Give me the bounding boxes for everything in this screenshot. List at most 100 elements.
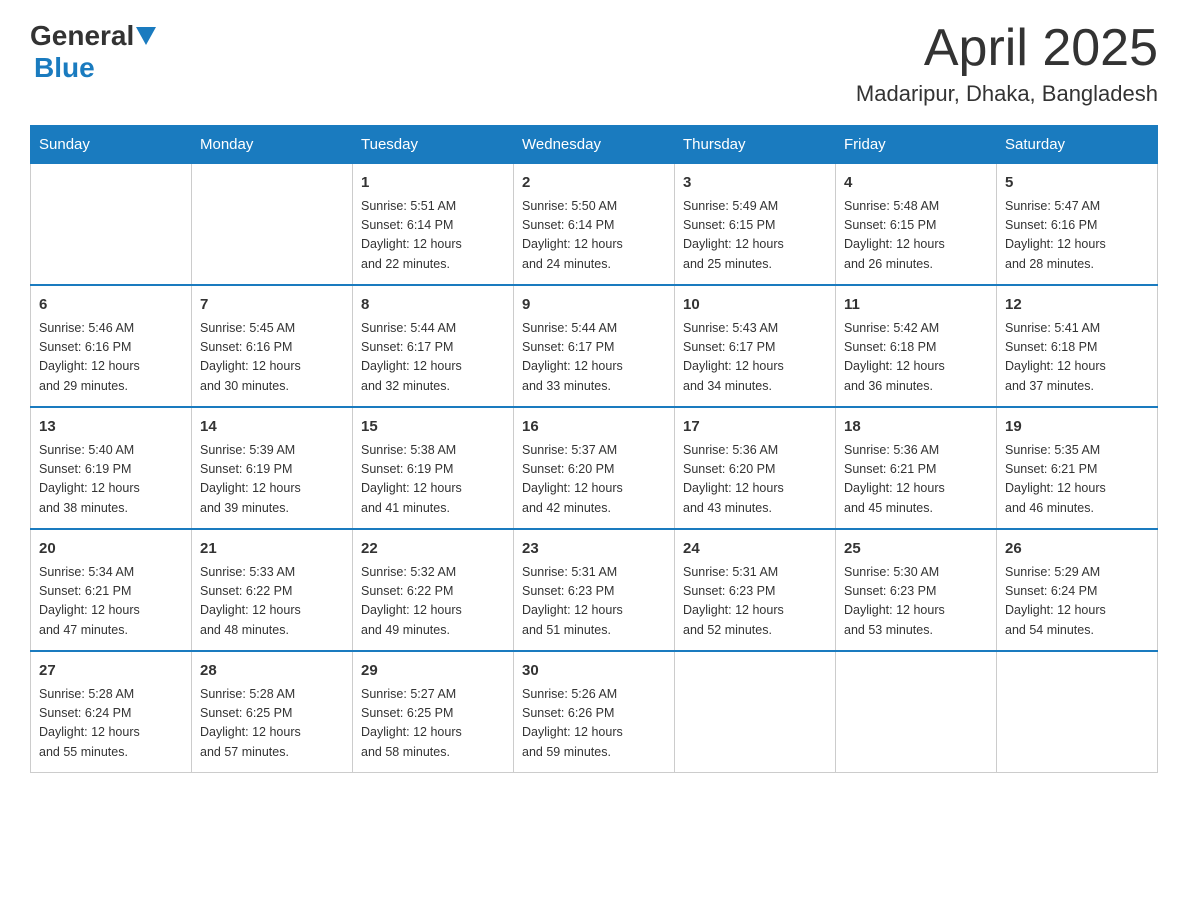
day-info: Sunrise: 5:29 AM Sunset: 6:24 PM Dayligh… xyxy=(1005,563,1149,641)
day-number: 6 xyxy=(39,294,183,317)
day-info: Sunrise: 5:43 AM Sunset: 6:17 PM Dayligh… xyxy=(683,319,827,397)
day-info: Sunrise: 5:44 AM Sunset: 6:17 PM Dayligh… xyxy=(361,319,505,397)
day-of-week-header: Monday xyxy=(192,126,353,164)
calendar-cell: 27Sunrise: 5:28 AM Sunset: 6:24 PM Dayli… xyxy=(31,651,192,773)
calendar-cell: 9Sunrise: 5:44 AM Sunset: 6:17 PM Daylig… xyxy=(514,285,675,407)
logo-arrow-icon xyxy=(136,27,156,47)
day-info: Sunrise: 5:28 AM Sunset: 6:24 PM Dayligh… xyxy=(39,685,183,763)
day-number: 30 xyxy=(522,660,666,683)
day-number: 11 xyxy=(844,294,988,317)
day-info: Sunrise: 5:50 AM Sunset: 6:14 PM Dayligh… xyxy=(522,197,666,275)
day-info: Sunrise: 5:33 AM Sunset: 6:22 PM Dayligh… xyxy=(200,563,344,641)
calendar-cell: 13Sunrise: 5:40 AM Sunset: 6:19 PM Dayli… xyxy=(31,407,192,529)
day-info: Sunrise: 5:49 AM Sunset: 6:15 PM Dayligh… xyxy=(683,197,827,275)
day-number: 5 xyxy=(1005,172,1149,195)
day-number: 24 xyxy=(683,538,827,561)
day-of-week-header: Sunday xyxy=(31,126,192,164)
calendar-week-row: 20Sunrise: 5:34 AM Sunset: 6:21 PM Dayli… xyxy=(31,529,1158,651)
day-of-week-header: Wednesday xyxy=(514,126,675,164)
calendar-cell: 30Sunrise: 5:26 AM Sunset: 6:26 PM Dayli… xyxy=(514,651,675,773)
calendar-cell: 7Sunrise: 5:45 AM Sunset: 6:16 PM Daylig… xyxy=(192,285,353,407)
day-of-week-header: Saturday xyxy=(997,126,1158,164)
day-of-week-header: Tuesday xyxy=(353,126,514,164)
day-info: Sunrise: 5:36 AM Sunset: 6:20 PM Dayligh… xyxy=(683,441,827,519)
day-of-week-header: Friday xyxy=(836,126,997,164)
day-info: Sunrise: 5:34 AM Sunset: 6:21 PM Dayligh… xyxy=(39,563,183,641)
calendar-cell: 28Sunrise: 5:28 AM Sunset: 6:25 PM Dayli… xyxy=(192,651,353,773)
day-info: Sunrise: 5:45 AM Sunset: 6:16 PM Dayligh… xyxy=(200,319,344,397)
day-number: 29 xyxy=(361,660,505,683)
calendar-week-row: 27Sunrise: 5:28 AM Sunset: 6:24 PM Dayli… xyxy=(31,651,1158,773)
day-number: 26 xyxy=(1005,538,1149,561)
day-info: Sunrise: 5:38 AM Sunset: 6:19 PM Dayligh… xyxy=(361,441,505,519)
calendar-table: SundayMondayTuesdayWednesdayThursdayFrid… xyxy=(30,125,1158,773)
day-info: Sunrise: 5:27 AM Sunset: 6:25 PM Dayligh… xyxy=(361,685,505,763)
calendar-cell: 14Sunrise: 5:39 AM Sunset: 6:19 PM Dayli… xyxy=(192,407,353,529)
day-number: 8 xyxy=(361,294,505,317)
day-number: 2 xyxy=(522,172,666,195)
day-number: 14 xyxy=(200,416,344,439)
calendar-week-row: 6Sunrise: 5:46 AM Sunset: 6:16 PM Daylig… xyxy=(31,285,1158,407)
calendar-cell: 18Sunrise: 5:36 AM Sunset: 6:21 PM Dayli… xyxy=(836,407,997,529)
day-info: Sunrise: 5:41 AM Sunset: 6:18 PM Dayligh… xyxy=(1005,319,1149,397)
calendar-cell: 12Sunrise: 5:41 AM Sunset: 6:18 PM Dayli… xyxy=(997,285,1158,407)
day-number: 22 xyxy=(361,538,505,561)
calendar-week-row: 1Sunrise: 5:51 AM Sunset: 6:14 PM Daylig… xyxy=(31,164,1158,286)
calendar-cell: 3Sunrise: 5:49 AM Sunset: 6:15 PM Daylig… xyxy=(675,164,836,286)
logo-blue-text: Blue xyxy=(34,52,95,84)
calendar-cell xyxy=(675,651,836,773)
day-number: 19 xyxy=(1005,416,1149,439)
day-number: 9 xyxy=(522,294,666,317)
day-number: 13 xyxy=(39,416,183,439)
day-of-week-header: Thursday xyxy=(675,126,836,164)
day-info: Sunrise: 5:48 AM Sunset: 6:15 PM Dayligh… xyxy=(844,197,988,275)
day-number: 4 xyxy=(844,172,988,195)
calendar-cell: 1Sunrise: 5:51 AM Sunset: 6:14 PM Daylig… xyxy=(353,164,514,286)
calendar-cell: 26Sunrise: 5:29 AM Sunset: 6:24 PM Dayli… xyxy=(997,529,1158,651)
day-info: Sunrise: 5:30 AM Sunset: 6:23 PM Dayligh… xyxy=(844,563,988,641)
day-info: Sunrise: 5:36 AM Sunset: 6:21 PM Dayligh… xyxy=(844,441,988,519)
calendar-cell: 2Sunrise: 5:50 AM Sunset: 6:14 PM Daylig… xyxy=(514,164,675,286)
calendar-cell: 11Sunrise: 5:42 AM Sunset: 6:18 PM Dayli… xyxy=(836,285,997,407)
day-number: 25 xyxy=(844,538,988,561)
day-number: 17 xyxy=(683,416,827,439)
day-number: 12 xyxy=(1005,294,1149,317)
day-info: Sunrise: 5:47 AM Sunset: 6:16 PM Dayligh… xyxy=(1005,197,1149,275)
calendar-cell: 8Sunrise: 5:44 AM Sunset: 6:17 PM Daylig… xyxy=(353,285,514,407)
day-number: 28 xyxy=(200,660,344,683)
month-title: April 2025 xyxy=(856,20,1158,77)
day-info: Sunrise: 5:44 AM Sunset: 6:17 PM Dayligh… xyxy=(522,319,666,397)
day-info: Sunrise: 5:40 AM Sunset: 6:19 PM Dayligh… xyxy=(39,441,183,519)
day-info: Sunrise: 5:51 AM Sunset: 6:14 PM Dayligh… xyxy=(361,197,505,275)
day-info: Sunrise: 5:46 AM Sunset: 6:16 PM Dayligh… xyxy=(39,319,183,397)
day-info: Sunrise: 5:39 AM Sunset: 6:19 PM Dayligh… xyxy=(200,441,344,519)
day-number: 16 xyxy=(522,416,666,439)
day-number: 15 xyxy=(361,416,505,439)
day-number: 20 xyxy=(39,538,183,561)
day-info: Sunrise: 5:42 AM Sunset: 6:18 PM Dayligh… xyxy=(844,319,988,397)
calendar-cell: 6Sunrise: 5:46 AM Sunset: 6:16 PM Daylig… xyxy=(31,285,192,407)
calendar-cell: 10Sunrise: 5:43 AM Sunset: 6:17 PM Dayli… xyxy=(675,285,836,407)
day-info: Sunrise: 5:28 AM Sunset: 6:25 PM Dayligh… xyxy=(200,685,344,763)
calendar-cell: 5Sunrise: 5:47 AM Sunset: 6:16 PM Daylig… xyxy=(997,164,1158,286)
day-number: 10 xyxy=(683,294,827,317)
calendar-cell: 17Sunrise: 5:36 AM Sunset: 6:20 PM Dayli… xyxy=(675,407,836,529)
day-number: 7 xyxy=(200,294,344,317)
header-right: April 2025 Madaripur, Dhaka, Bangladesh xyxy=(856,20,1158,107)
day-number: 23 xyxy=(522,538,666,561)
day-number: 21 xyxy=(200,538,344,561)
calendar-cell: 29Sunrise: 5:27 AM Sunset: 6:25 PM Dayli… xyxy=(353,651,514,773)
day-info: Sunrise: 5:37 AM Sunset: 6:20 PM Dayligh… xyxy=(522,441,666,519)
calendar-cell: 15Sunrise: 5:38 AM Sunset: 6:19 PM Dayli… xyxy=(353,407,514,529)
calendar-cell xyxy=(31,164,192,286)
day-info: Sunrise: 5:31 AM Sunset: 6:23 PM Dayligh… xyxy=(522,563,666,641)
calendar-cell: 22Sunrise: 5:32 AM Sunset: 6:22 PM Dayli… xyxy=(353,529,514,651)
day-number: 1 xyxy=(361,172,505,195)
day-info: Sunrise: 5:31 AM Sunset: 6:23 PM Dayligh… xyxy=(683,563,827,641)
calendar-cell xyxy=(192,164,353,286)
calendar-cell xyxy=(836,651,997,773)
day-info: Sunrise: 5:26 AM Sunset: 6:26 PM Dayligh… xyxy=(522,685,666,763)
logo: General Blue xyxy=(30,20,156,84)
calendar-cell: 23Sunrise: 5:31 AM Sunset: 6:23 PM Dayli… xyxy=(514,529,675,651)
calendar-header-row: SundayMondayTuesdayWednesdayThursdayFrid… xyxy=(31,126,1158,164)
